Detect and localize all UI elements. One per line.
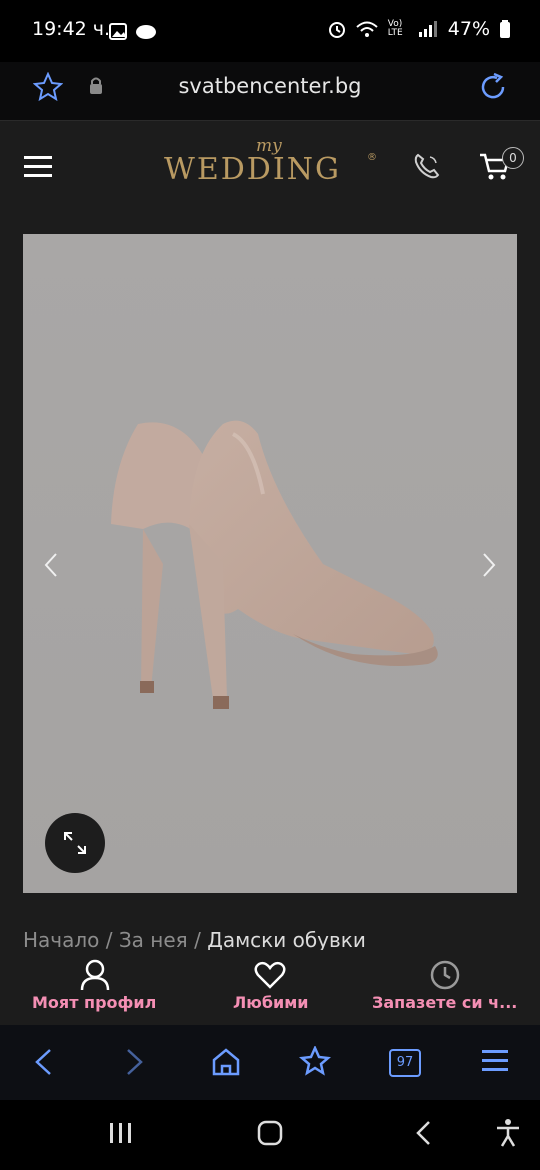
user-icon[interactable] [80,959,110,991]
carousel-next-icon[interactable] [481,552,497,578]
home-icon[interactable] [211,1047,241,1077]
breadcrumb-current: Дамски обувки [207,928,366,950]
lte-label: Vo) LTE [387,19,403,38]
site-logo[interactable]: my WEDDING ® [160,136,380,202]
heart-icon[interactable] [254,961,286,989]
logo-registered: ® [367,152,377,163]
system-back-icon[interactable] [414,1120,432,1148]
breadcrumb-home[interactable]: Начало [23,928,99,950]
breadcrumb-separator: / [194,928,201,950]
nav-favorites-label[interactable]: Любими [233,993,309,1012]
status-bar: 19:42 ч. Vo) LTE 47% [0,0,540,62]
logo-wedding: WEDDING [164,152,341,187]
status-right: Vo) LTE 47% [328,18,510,40]
nav-profile-label[interactable]: Моят профил [32,993,156,1012]
signal-icon [418,21,437,37]
zoom-button[interactable] [45,813,105,873]
home-button-icon[interactable] [257,1120,285,1148]
accessibility-icon[interactable] [494,1118,522,1148]
clock-icon[interactable] [429,959,461,991]
battery-percent: 47% [447,18,490,40]
carousel-prev-icon[interactable] [43,552,59,578]
hamburger-menu-icon[interactable] [24,154,52,178]
back-icon[interactable] [32,1048,54,1076]
reload-icon[interactable] [477,71,509,103]
browser-menu-icon[interactable] [482,1049,508,1073]
browser-bottom-nav: 97 [0,1025,540,1100]
system-nav-bar [0,1100,540,1170]
browser-address-bar: svatbencenter.bg [0,62,540,121]
shoe-illustration [23,234,517,893]
breadcrumb-separator: / [105,928,113,950]
phone-icon[interactable] [412,151,442,181]
bookmarks-icon[interactable] [299,1046,331,1078]
notification-icons [109,23,156,40]
site-bottom-nav [0,953,540,1025]
expand-icon [64,832,86,854]
breadcrumb-for-her[interactable]: За нея [119,928,188,950]
battery-icon [500,20,510,38]
nav-booking-label[interactable]: Запазете си ч... [372,993,517,1012]
recents-icon[interactable] [108,1121,134,1145]
product-image[interactable] [23,234,517,893]
alarm-icon [328,22,345,38]
url-text[interactable]: svatbencenter.bg [0,74,540,98]
status-time: 19:42 ч. [32,18,111,40]
forward-icon[interactable] [124,1048,146,1076]
cart-count-badge: 0 [502,147,524,169]
wifi-icon [356,21,378,37]
tabs-button[interactable]: 97 [389,1049,421,1077]
breadcrumb: Начало / За нея / Дамски обувки [23,928,523,950]
